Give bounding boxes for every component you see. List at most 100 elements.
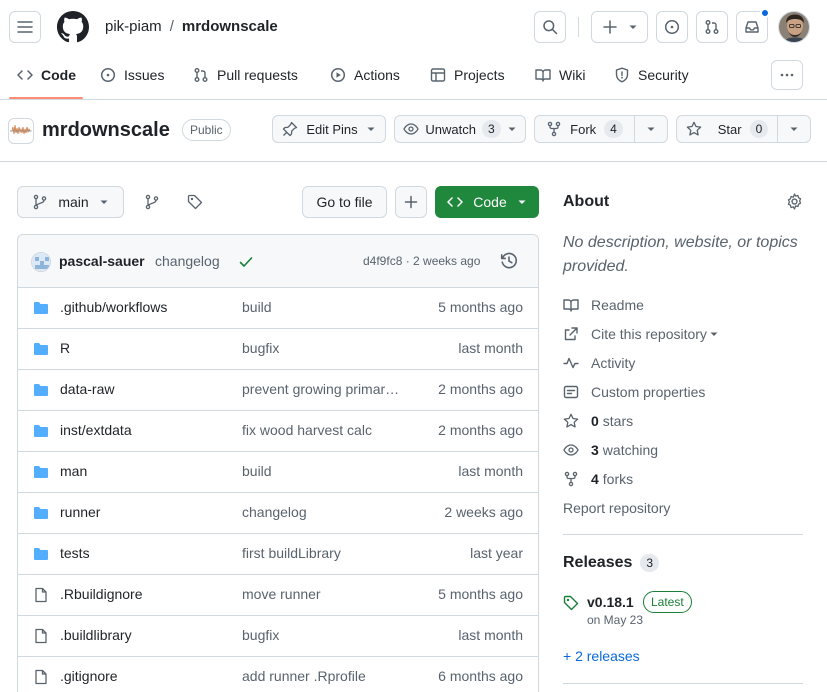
tag-icon — [563, 595, 579, 611]
github-logo[interactable] — [57, 11, 89, 43]
repo-forked-icon — [564, 471, 578, 487]
releases-header[interactable]: Releases 3 — [563, 554, 660, 572]
file-name[interactable]: man — [60, 463, 87, 479]
more-releases-link[interactable]: + 2 releases — [563, 648, 640, 664]
file-name[interactable]: R — [60, 340, 70, 356]
file-row[interactable]: .gitignore add runner .Rprofile 6 months a… — [17, 656, 539, 692]
release-version[interactable]: v0.18.1 — [587, 594, 634, 610]
tab-code-label: Code — [41, 67, 76, 83]
commit-hash-time[interactable]: d4f9fc8 · 2 weeks ago — [363, 254, 480, 268]
edit-pins-button[interactable]: Edit Pins — [272, 115, 386, 143]
file-name[interactable]: .Rbuildignore — [60, 586, 143, 602]
file-commit-message[interactable]: move runner — [242, 586, 400, 602]
activity-link[interactable]: Activity — [563, 353, 635, 373]
code-button-label: Code — [473, 194, 507, 210]
watching-link[interactable]: 3 watching — [563, 440, 658, 460]
go-to-file-button[interactable]: Go to file — [302, 186, 387, 218]
activity-label: Activity — [591, 355, 636, 371]
file-commit-message[interactable]: build — [242, 463, 400, 479]
file-commit-message[interactable]: prevent growing primary forest — [242, 381, 400, 397]
fork-button[interactable]: Fork 4 — [534, 115, 635, 143]
menu-button[interactable] — [9, 11, 41, 43]
visibility-badge: Public — [182, 119, 231, 141]
play-icon — [330, 67, 346, 83]
custom-properties-link[interactable]: Custom properties — [563, 382, 705, 402]
file-row[interactable]: .github/workflows build 5 months ago — [17, 287, 539, 328]
repo-name[interactable]: mrdownscale — [42, 117, 170, 143]
folder-icon — [34, 343, 48, 355]
file-commit-message[interactable]: first buildLibrary — [242, 545, 400, 561]
about-settings-button[interactable] — [786, 193, 803, 210]
file-name[interactable]: inst/extdata — [60, 422, 132, 438]
readme-link[interactable]: Readme — [563, 295, 644, 315]
file-name[interactable]: .buildlibrary — [60, 627, 132, 643]
breadcrumb-repo[interactable]: mrdownscale — [182, 17, 278, 37]
commit-author-avatar[interactable] — [31, 252, 51, 272]
file-commit-date: 5 months ago — [438, 586, 523, 602]
file-icon — [35, 628, 47, 644]
file-name[interactable]: .github/workflows — [60, 299, 167, 315]
star-button[interactable]: Star 0 — [676, 115, 778, 143]
custom-properties-label: Custom properties — [591, 384, 706, 400]
star-label: Star — [717, 121, 742, 137]
cite-repository-link[interactable]: Cite this repository — [563, 324, 719, 344]
file-row[interactable]: man build last month — [17, 451, 539, 492]
avatar[interactable] — [778, 11, 810, 43]
github-mark-icon — [57, 11, 89, 43]
watching-label: watching — [602, 442, 659, 458]
fork-dropdown-button[interactable] — [634, 115, 668, 143]
file-commit-message[interactable]: fix wood harvest calc — [242, 422, 400, 438]
folder-icon — [34, 507, 48, 519]
report-repository-link[interactable]: Report repository — [563, 498, 670, 518]
tags-link[interactable] — [187, 194, 203, 210]
stars-count: 0 — [591, 413, 599, 429]
tab-security[interactable]: Security — [614, 60, 689, 90]
forks-link[interactable]: 4 forks — [563, 469, 633, 489]
file-row[interactable]: data-raw prevent growing primary forest 2 … — [17, 369, 539, 410]
commit-message[interactable]: changelog — [155, 253, 220, 269]
file-row[interactable]: inst/extdata fix wood harvest calc 2 month… — [17, 410, 539, 451]
file-row[interactable]: Rbugfix last month — [17, 328, 539, 369]
file-row[interactable]: .Rbuildignore move runner 5 months ago — [17, 574, 539, 615]
release-date: on May 23 — [587, 613, 644, 627]
create-new-button[interactable] — [591, 11, 648, 43]
folder-icon — [34, 466, 48, 478]
file-commit-message[interactable]: build — [242, 299, 400, 315]
file-row[interactable]: .buildlibrary bugfix last month — [17, 615, 539, 656]
pull-requests-button[interactable] — [696, 11, 728, 43]
folder-icon-wrap — [33, 300, 49, 316]
forks-count: 4 — [591, 471, 599, 487]
file-name[interactable]: .gitignore — [60, 668, 118, 684]
file-row[interactable]: tests first buildLibrary last year — [17, 533, 539, 574]
tab-actions[interactable]: Actions — [330, 60, 400, 90]
tab-pull-requests[interactable]: Pull requests — [193, 60, 298, 90]
tab-wiki[interactable]: Wiki — [535, 60, 585, 90]
tab-projects[interactable]: Projects — [430, 60, 505, 90]
breadcrumb-owner[interactable]: pik-piam — [105, 17, 162, 37]
code-icon — [17, 70, 33, 80]
add-file-button[interactable] — [395, 186, 427, 218]
unwatch-button[interactable]: Unwatch 3 — [394, 115, 526, 143]
history-button[interactable] — [500, 252, 518, 270]
code-dropdown-button[interactable]: Code — [435, 186, 539, 218]
file-row[interactable]: runner changelog 2 weeks ago — [17, 492, 539, 533]
issues-button[interactable] — [656, 11, 688, 43]
search-button[interactable] — [534, 11, 566, 43]
file-commit-message[interactable]: add runner .Rprofile — [242, 668, 400, 684]
file-commit-message[interactable]: changelog — [242, 504, 400, 520]
tab-issues[interactable]: Issues — [100, 60, 164, 90]
star-dropdown-button[interactable] — [777, 115, 811, 143]
more-tabs-button[interactable] — [771, 60, 803, 90]
branch-select-button[interactable]: main — [17, 186, 124, 218]
file-commit-message[interactable]: bugfix — [242, 627, 400, 643]
releases-count: 3 — [640, 554, 660, 572]
tab-code[interactable]: Code — [17, 60, 76, 90]
file-commit-message[interactable]: bugfix — [242, 340, 400, 356]
stars-link[interactable]: 0 stars — [563, 411, 633, 431]
branches-link[interactable] — [144, 194, 160, 210]
file-name[interactable]: data-raw — [60, 381, 114, 397]
file-name[interactable]: tests — [60, 545, 90, 561]
commit-author[interactable]: pascal-sauer — [59, 253, 145, 269]
folder-icon — [34, 548, 48, 560]
file-name[interactable]: runner — [60, 504, 100, 520]
